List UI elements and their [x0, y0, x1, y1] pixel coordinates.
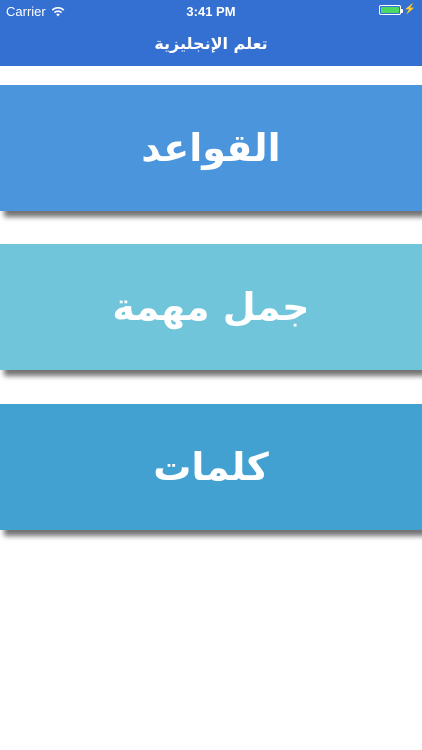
page-title: تعلم الإنجليزية: [154, 34, 268, 53]
navigation-bar: Carrier 3:41 PM ⚡ تعلم الإنجليزية: [0, 0, 422, 66]
grammar-button[interactable]: القواعد: [0, 85, 422, 211]
status-bar: Carrier 3:41 PM ⚡: [0, 0, 422, 22]
battery-level-fill: [380, 7, 399, 13]
grammar-button-label: القواعد: [141, 126, 281, 170]
battery-icon: [378, 5, 403, 15]
words-button[interactable]: كلمات: [0, 404, 422, 530]
important-sentences-button-label: جمل مهمة: [112, 285, 310, 329]
battery-group: ⚡: [378, 4, 416, 15]
status-time: 3:41 PM: [186, 4, 236, 19]
important-sentences-button[interactable]: جمل مهمة: [0, 244, 422, 370]
charging-bolt-icon: ⚡: [403, 4, 416, 15]
words-button-label: كلمات: [153, 445, 269, 489]
